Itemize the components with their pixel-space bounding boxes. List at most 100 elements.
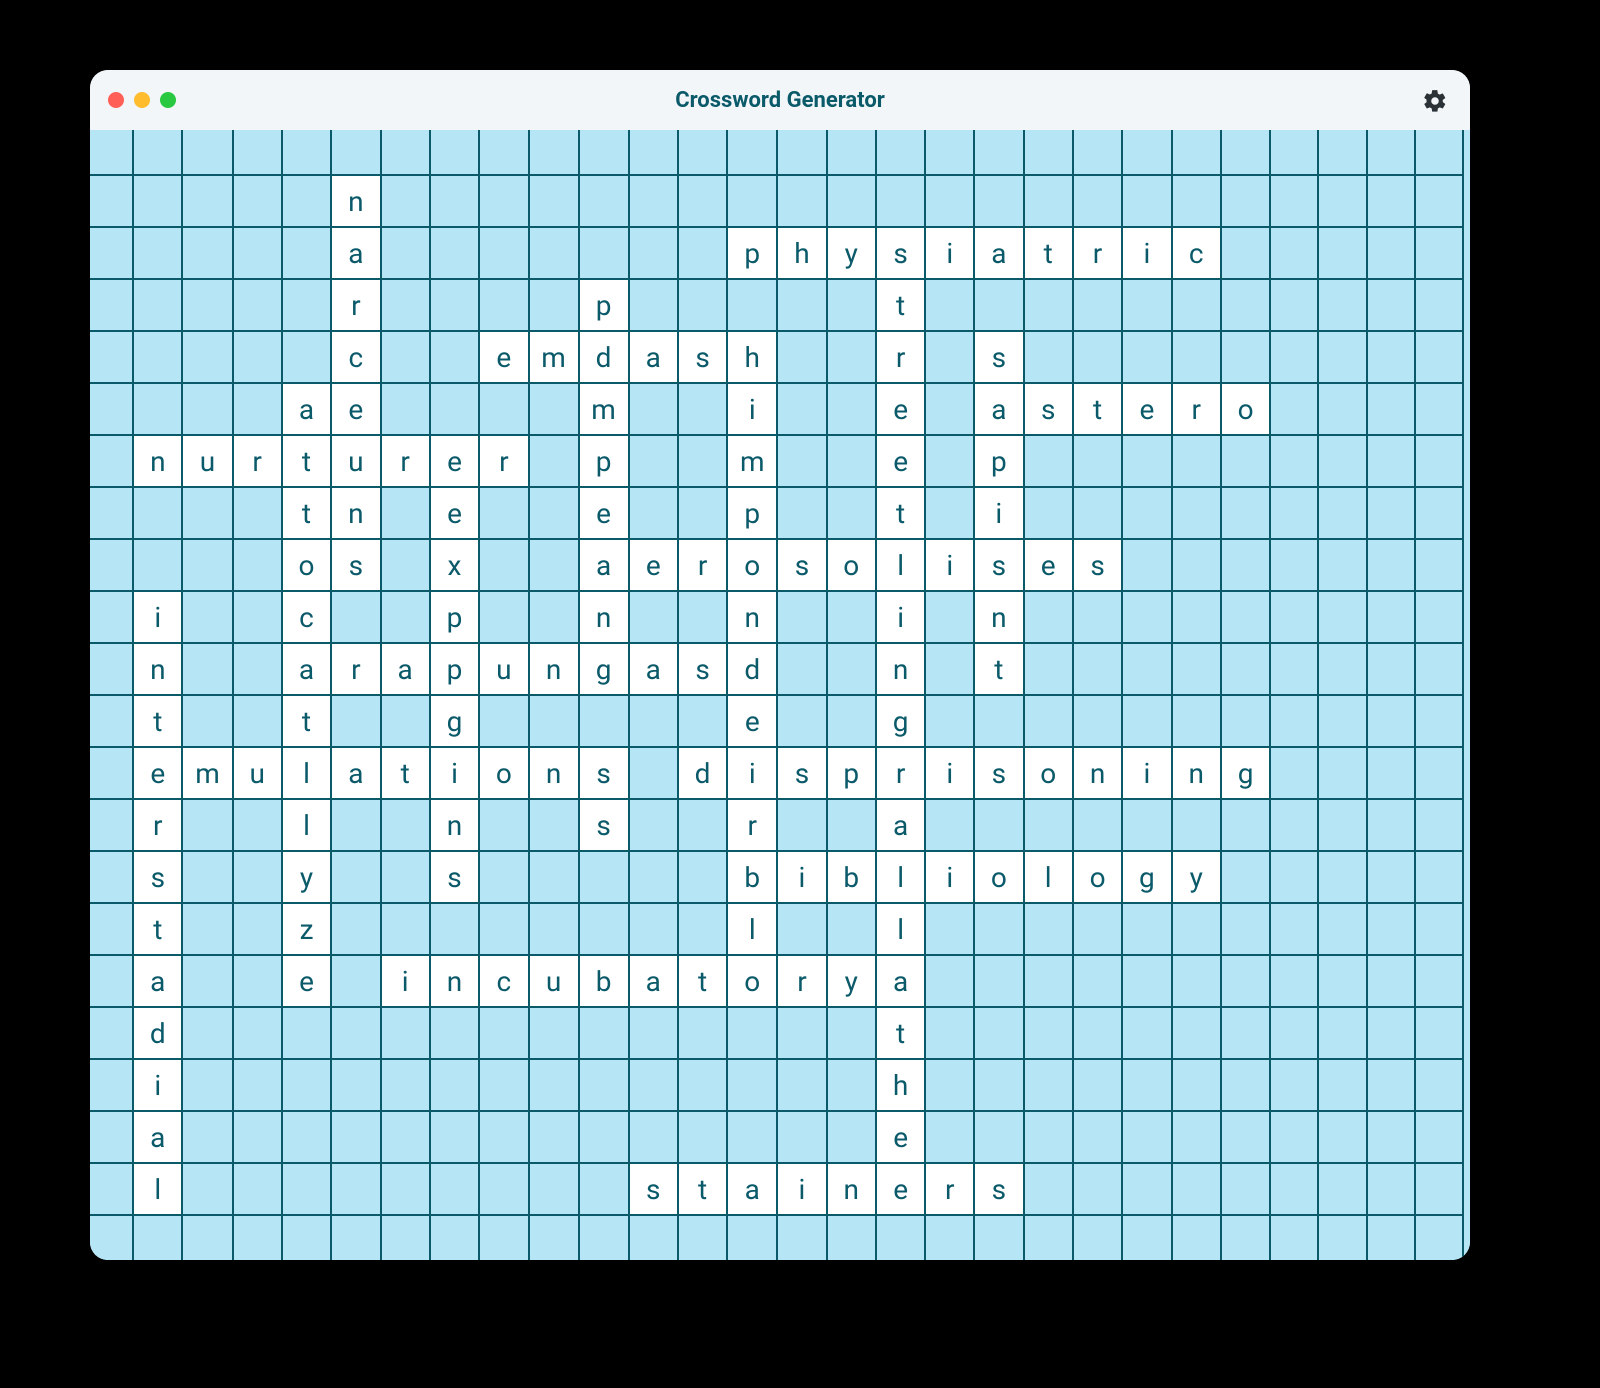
grid-cell[interactable]: e	[876, 1111, 925, 1163]
grid-cell[interactable]	[1415, 799, 1463, 851]
grid-cell[interactable]: r	[233, 435, 282, 487]
grid-cell[interactable]	[925, 799, 974, 851]
grid-cell[interactable]: d	[678, 747, 727, 799]
grid-cell[interactable]	[233, 1059, 282, 1111]
grid-cell[interactable]: e	[876, 435, 925, 487]
grid-cell[interactable]	[331, 1059, 380, 1111]
grid-cell[interactable]: h	[727, 331, 777, 383]
grid-cell[interactable]: e	[430, 487, 479, 539]
grid-cell[interactable]: x	[430, 539, 479, 591]
settings-button[interactable]	[1422, 88, 1448, 114]
grid-cell[interactable]	[678, 130, 727, 175]
grid-cell[interactable]	[1415, 591, 1463, 643]
grid-cell[interactable]	[827, 591, 876, 643]
grid-cell[interactable]	[430, 1163, 479, 1215]
grid-cell[interactable]: u	[331, 435, 380, 487]
grid-cell[interactable]: t	[282, 435, 331, 487]
grid-cell[interactable]: d	[727, 643, 777, 695]
grid-cell[interactable]	[1415, 1111, 1463, 1163]
grid-cell[interactable]	[233, 227, 282, 279]
grid-cell[interactable]	[727, 1059, 777, 1111]
grid-cell[interactable]: i	[925, 539, 974, 591]
grid-cell[interactable]	[827, 799, 876, 851]
grid-cell[interactable]: i	[974, 487, 1023, 539]
grid-cell[interactable]	[182, 279, 232, 331]
grid-cell[interactable]	[1270, 279, 1318, 331]
grid-cell[interactable]	[282, 279, 331, 331]
grid-cell[interactable]: m	[182, 747, 232, 799]
grid-cell[interactable]	[629, 383, 678, 435]
grid-cell[interactable]	[233, 1007, 282, 1059]
grid-cell[interactable]	[479, 383, 528, 435]
grid-cell[interactable]: i	[430, 747, 479, 799]
grid-cell[interactable]	[925, 1215, 974, 1260]
close-icon[interactable]	[108, 92, 124, 108]
grid-cell[interactable]	[529, 487, 579, 539]
grid-cell[interactable]: n	[430, 955, 479, 1007]
grid-cell[interactable]	[876, 1215, 925, 1260]
grid-cell[interactable]	[579, 903, 629, 955]
grid-cell[interactable]: n	[529, 643, 579, 695]
grid-cell[interactable]	[233, 130, 282, 175]
grid-cell[interactable]: o	[1024, 747, 1073, 799]
grid-cell[interactable]	[529, 903, 579, 955]
grid-cell[interactable]	[1122, 175, 1171, 227]
grid-cell[interactable]	[1221, 487, 1270, 539]
grid-cell[interactable]	[479, 1215, 528, 1260]
grid-cell[interactable]	[381, 175, 430, 227]
grid-cell[interactable]	[1172, 279, 1221, 331]
grid-cell[interactable]: i	[925, 747, 974, 799]
grid-cell[interactable]	[1415, 1215, 1463, 1260]
grid-cell[interactable]	[90, 747, 133, 799]
grid-cell[interactable]	[876, 130, 925, 175]
grid-cell[interactable]	[629, 279, 678, 331]
grid-cell[interactable]	[182, 591, 232, 643]
grid-cell[interactable]	[1122, 1163, 1171, 1215]
grid-cell[interactable]	[678, 175, 727, 227]
grid-cell[interactable]	[1367, 643, 1415, 695]
grid-cell[interactable]	[529, 539, 579, 591]
grid-cell[interactable]	[233, 851, 282, 903]
grid-cell[interactable]	[1221, 1007, 1270, 1059]
grid-cell[interactable]	[331, 903, 380, 955]
grid-cell[interactable]: t	[678, 955, 727, 1007]
grid-cell[interactable]: r	[1073, 227, 1122, 279]
grid-cell[interactable]	[1367, 955, 1415, 1007]
grid-cell[interactable]	[529, 435, 579, 487]
grid-cell[interactable]	[1318, 435, 1366, 487]
grid-cell[interactable]	[381, 1215, 430, 1260]
grid-cell[interactable]	[479, 487, 528, 539]
grid-cell[interactable]	[1415, 747, 1463, 799]
grid-cell[interactable]	[1415, 903, 1463, 955]
grid-cell[interactable]	[381, 851, 430, 903]
grid-cell[interactable]	[1122, 1215, 1171, 1260]
grid-cell[interactable]: m	[727, 435, 777, 487]
grid-cell[interactable]: s	[579, 747, 629, 799]
grid-cell[interactable]	[1221, 799, 1270, 851]
grid-cell[interactable]	[182, 695, 232, 747]
grid-cell[interactable]	[381, 1007, 430, 1059]
grid-cell[interactable]	[925, 1111, 974, 1163]
grid-cell[interactable]	[90, 1215, 133, 1260]
grid-cell[interactable]	[233, 955, 282, 1007]
grid-cell[interactable]	[579, 175, 629, 227]
grid-cell[interactable]	[1073, 1007, 1122, 1059]
grid-cell[interactable]	[1367, 1007, 1415, 1059]
grid-cell[interactable]	[90, 903, 133, 955]
grid-cell[interactable]	[90, 279, 133, 331]
grid-cell[interactable]	[529, 227, 579, 279]
grid-cell[interactable]	[1221, 279, 1270, 331]
grid-cell[interactable]	[1024, 903, 1073, 955]
grid-cell[interactable]	[629, 487, 678, 539]
grid-cell[interactable]: r	[876, 331, 925, 383]
grid-cell[interactable]	[1415, 1059, 1463, 1111]
grid-cell[interactable]	[1270, 955, 1318, 1007]
grid-cell[interactable]	[1073, 1215, 1122, 1260]
grid-cell[interactable]	[430, 1111, 479, 1163]
grid-cell[interactable]: l	[282, 747, 331, 799]
grid-cell[interactable]	[331, 1007, 380, 1059]
grid-cell[interactable]	[182, 1007, 232, 1059]
grid-cell[interactable]	[925, 383, 974, 435]
grid-cell[interactable]	[1172, 175, 1221, 227]
grid-cell[interactable]	[529, 1215, 579, 1260]
